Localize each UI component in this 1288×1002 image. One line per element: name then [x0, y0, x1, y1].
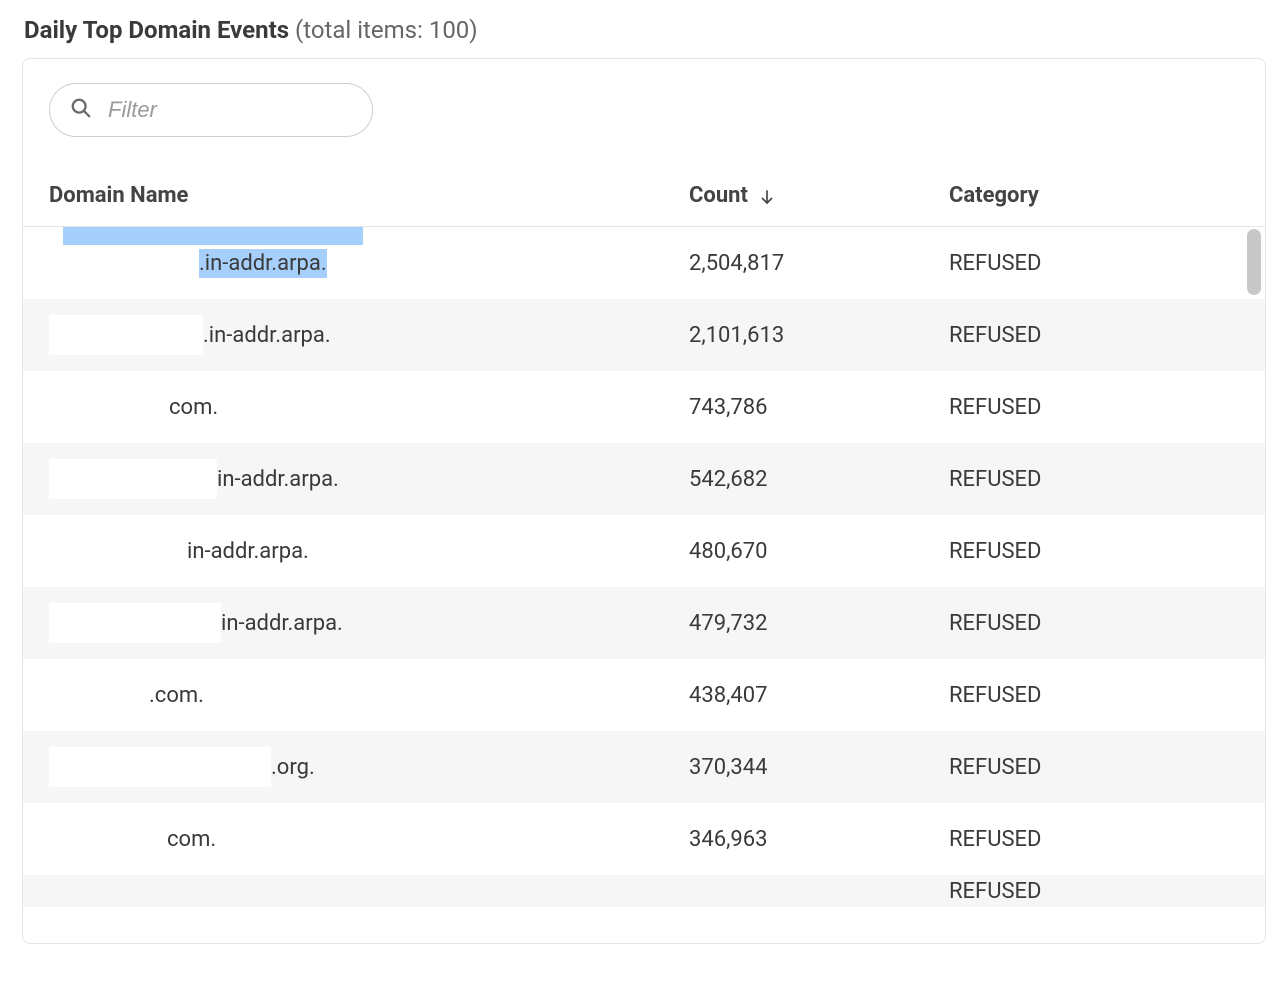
filter-field[interactable]	[49, 83, 373, 137]
domain-suffix: com.	[169, 395, 218, 420]
count-cell: 2,504,817	[689, 251, 949, 276]
table-row[interactable]: com. 346,963REFUSED	[23, 803, 1265, 875]
domain-suffix: .in-addr.arpa.	[199, 249, 327, 278]
scrollbar-track[interactable]	[1247, 229, 1261, 929]
scrollbar-thumb[interactable]	[1247, 229, 1261, 295]
redacted-prefix	[49, 531, 187, 571]
domain-suffix: .in-addr.arpa.	[203, 323, 331, 348]
domain-cell: .in-addr.arpa.	[49, 227, 689, 299]
count-cell: 438,407	[689, 683, 949, 708]
category-cell: REFUSED	[949, 611, 1265, 636]
col-domain-label: Domain Name	[49, 183, 188, 208]
table-row[interactable]: .com. 438,407REFUSED	[23, 659, 1265, 731]
category-cell: REFUSED	[949, 879, 1265, 904]
count-cell: 480,670	[689, 539, 949, 564]
domain-suffix: in-addr.arpa.	[217, 467, 339, 492]
domain-cell: .org.	[49, 731, 689, 803]
domain-cell: com.	[49, 371, 689, 443]
table-row[interactable]: in-addr.arpa. 480,670REFUSED	[23, 515, 1265, 587]
domain-cell: in-addr.arpa.	[49, 515, 689, 587]
table-row[interactable]: REFUSED	[23, 875, 1265, 907]
category-cell: REFUSED	[949, 683, 1265, 708]
table-row[interactable]: com. 743,786REFUSED	[23, 371, 1265, 443]
page-title: Daily Top Domain Events (total items: 10…	[24, 16, 1266, 44]
table-row[interactable]: .in-addr.arpa. 2,101,613REFUSED	[23, 299, 1265, 371]
redacted-prefix	[49, 243, 199, 283]
domain-cell: in-addr.arpa.	[49, 587, 689, 659]
events-table: Domain Name Count Category .in-addr.arpa…	[23, 165, 1265, 927]
table-row[interactable]: .org. 370,344REFUSED	[23, 731, 1265, 803]
count-cell: 2,101,613	[689, 323, 949, 348]
category-cell: REFUSED	[949, 323, 1265, 348]
domain-suffix: in-addr.arpa.	[187, 539, 309, 564]
events-panel: Domain Name Count Category .in-addr.arpa…	[22, 58, 1266, 944]
search-icon	[70, 97, 92, 123]
category-cell: REFUSED	[949, 395, 1265, 420]
table-body: .in-addr.arpa.2,504,817REFUSED.in-addr.a…	[23, 227, 1265, 927]
category-cell: REFUSED	[949, 467, 1265, 492]
col-category[interactable]: Category	[949, 183, 1265, 208]
selection-highlight	[63, 227, 363, 245]
table-row[interactable]: in-addr.arpa. 479,732REFUSED	[23, 587, 1265, 659]
table-row[interactable]: in-addr.arpa. 542,682REFUSED	[23, 443, 1265, 515]
redacted-prefix	[49, 315, 203, 355]
count-cell: 370,344	[689, 755, 949, 780]
redacted-prefix	[49, 603, 221, 643]
redacted-prefix	[49, 819, 167, 859]
col-domain-name[interactable]: Domain Name	[49, 183, 689, 208]
count-cell: 743,786	[689, 395, 949, 420]
redacted-prefix	[49, 459, 217, 499]
sort-desc-icon	[758, 187, 776, 205]
title-main: Daily Top Domain Events	[24, 16, 289, 44]
domain-suffix: .org.	[271, 755, 315, 780]
category-cell: REFUSED	[949, 755, 1265, 780]
domain-cell: .in-addr.arpa.	[49, 299, 689, 371]
domain-suffix: .com.	[149, 683, 204, 708]
count-cell: 346,963	[689, 827, 949, 852]
count-cell: 479,732	[689, 611, 949, 636]
col-category-label: Category	[949, 183, 1039, 208]
table-row[interactable]: .in-addr.arpa. 2,504,817REFUSED	[23, 227, 1265, 299]
filter-input[interactable]	[106, 96, 402, 124]
count-cell: 542,682	[689, 467, 949, 492]
category-cell: REFUSED	[949, 539, 1265, 564]
domain-cell: .com.	[49, 659, 689, 731]
col-count[interactable]: Count	[689, 183, 949, 208]
domain-cell	[49, 875, 689, 907]
col-count-label: Count	[689, 183, 748, 208]
title-sub-text: (total items: 100)	[295, 16, 478, 44]
redacted-prefix	[49, 387, 169, 427]
category-cell: REFUSED	[949, 251, 1265, 276]
table-header: Domain Name Count Category	[23, 165, 1265, 227]
domain-suffix: com.	[167, 827, 216, 852]
redacted-prefix	[49, 747, 271, 787]
domain-cell: com.	[49, 803, 689, 875]
domain-suffix: in-addr.arpa.	[221, 611, 343, 636]
domain-cell: in-addr.arpa.	[49, 443, 689, 515]
category-cell: REFUSED	[949, 827, 1265, 852]
redacted-prefix	[49, 675, 149, 715]
